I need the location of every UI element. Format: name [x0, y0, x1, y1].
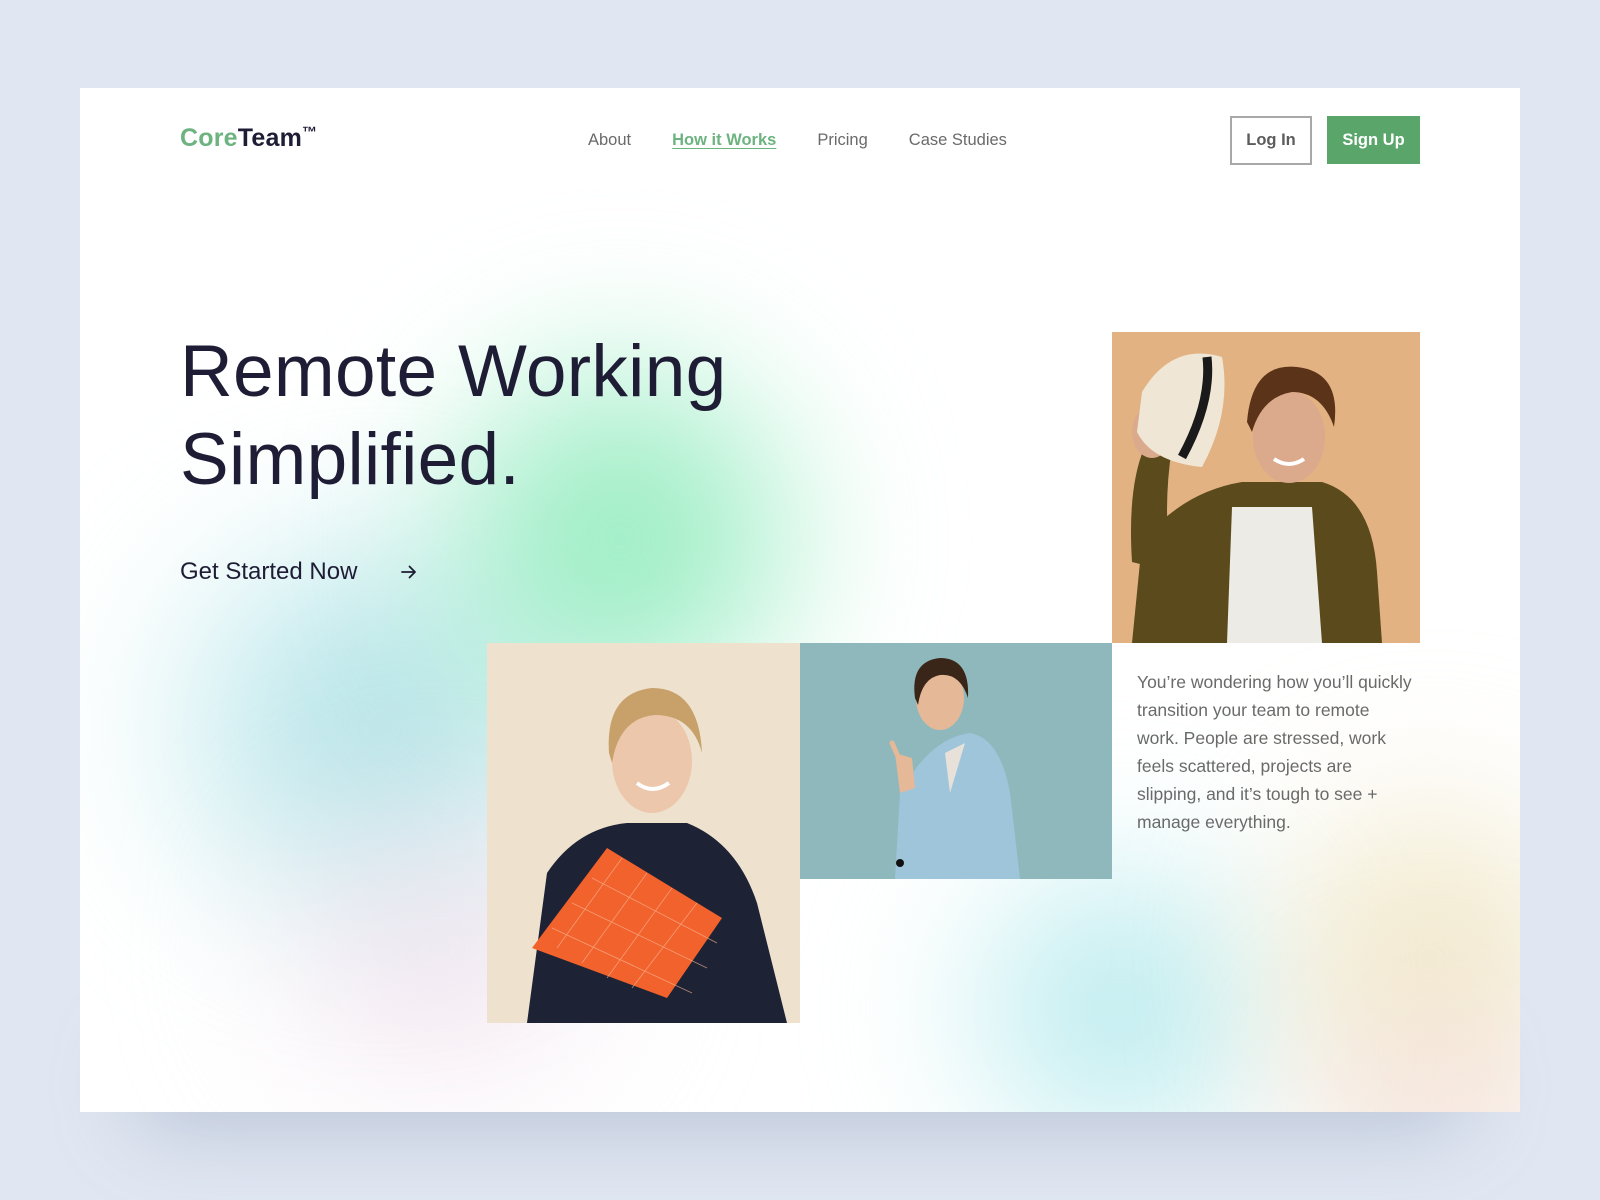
signup-button[interactable]: Sign Up: [1327, 116, 1420, 164]
main-nav: About How it Works Pricing Case Studies: [588, 128, 1048, 152]
get-started-label: Get Started Now: [180, 558, 358, 585]
login-button[interactable]: Log In: [1230, 116, 1312, 165]
get-started-link[interactable]: Get Started Now: [180, 558, 419, 586]
nav-pricing[interactable]: Pricing: [817, 128, 867, 152]
arrow-right-icon: [401, 565, 417, 579]
hero-description: You’re wondering how you’ll quickly tran…: [1137, 672, 1412, 832]
logo-core: Core: [180, 124, 238, 152]
logo-team: Team: [237, 124, 303, 152]
landing-page-card: CoreTeam™ About How it Works Pricing Cas…: [80, 88, 1520, 1112]
man-with-hat-photo: [1112, 332, 1420, 643]
hero-title: Remote Working Simplified.: [180, 328, 727, 504]
nav-how-it-works[interactable]: How it Works: [672, 128, 776, 152]
brand-logo[interactable]: CoreTeam™: [180, 124, 317, 153]
woman-with-book-photo: [487, 643, 800, 1023]
hero-title-line2: Simplified.: [180, 419, 521, 500]
nav-case-studies[interactable]: Case Studies: [909, 128, 1007, 152]
hero-title-line1: Remote Working: [180, 331, 727, 412]
gradient-blob-cyan: [930, 848, 1310, 1112]
woman-pointing-photo: [800, 643, 1112, 879]
logo-trademark: ™: [302, 124, 318, 141]
nav-about[interactable]: About: [588, 128, 631, 152]
